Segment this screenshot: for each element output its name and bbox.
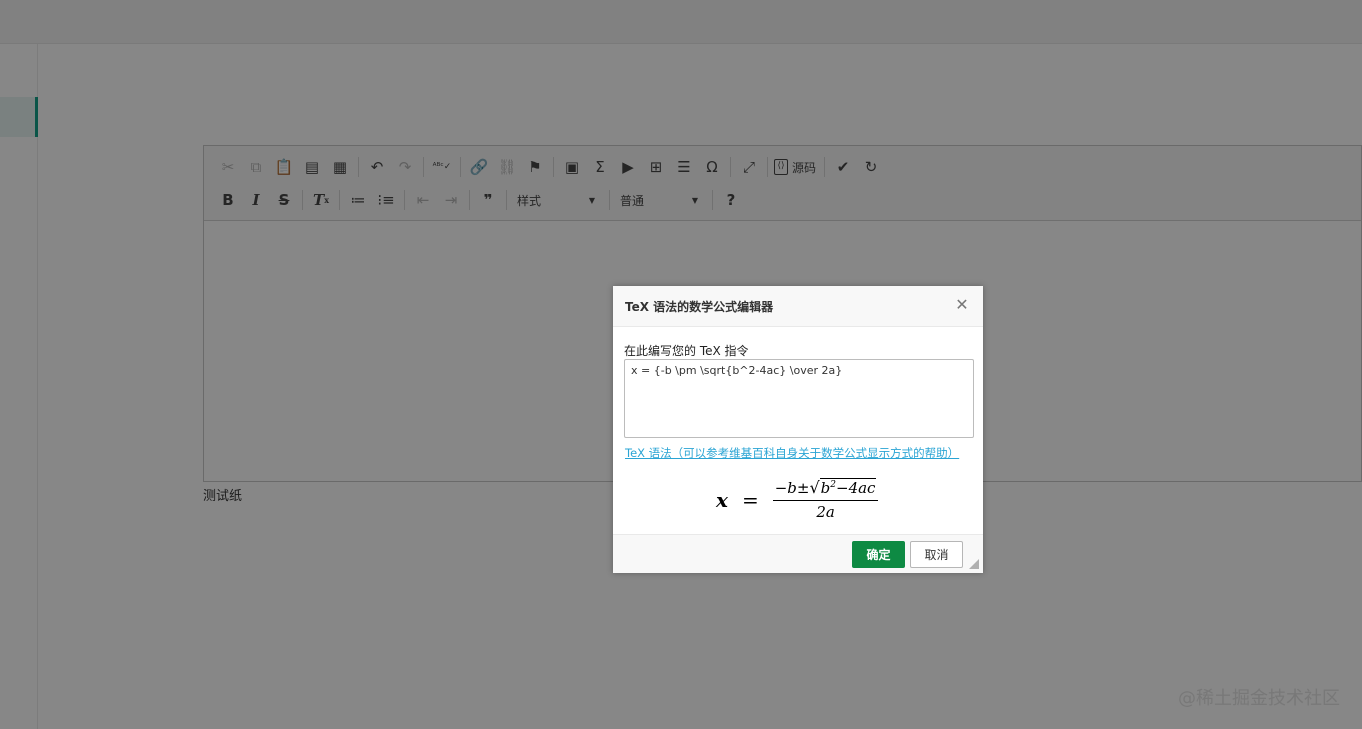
resize-handle[interactable]	[969, 559, 979, 569]
tex-input[interactable]	[624, 359, 974, 438]
sqrt-base: b	[820, 479, 831, 497]
formula-numerator: −b±√b2−4ac	[772, 478, 879, 501]
formula-equals: =	[741, 487, 759, 512]
tex-formula-dialog: TeX 语法的数学公式编辑器 ✕ 在此编写您的 TeX 指令 TeX 语法（可以…	[613, 286, 983, 573]
formula-fraction: −b±√b2−4ac 2a	[772, 478, 879, 521]
close-icon[interactable]: ✕	[953, 296, 971, 314]
formula-lhs: x	[716, 487, 728, 512]
cancel-button[interactable]: 取消	[910, 541, 963, 568]
numerator-prefix: −b±	[774, 479, 810, 497]
sqrt-body: b2−4ac	[819, 478, 877, 497]
sqrt-rest: −4ac	[836, 479, 876, 497]
formula-preview: x = −b±√b2−4ac 2a	[613, 474, 983, 532]
dialog-title: TeX 语法的数学公式编辑器	[625, 299, 774, 314]
rendered-formula: x = −b±√b2−4ac 2a	[716, 478, 879, 521]
dialog-footer: 确定 取消	[613, 534, 983, 573]
ok-button[interactable]: 确定	[852, 541, 905, 568]
dialog-header: TeX 语法的数学公式编辑器	[613, 286, 983, 327]
tex-input-label: 在此编写您的 TeX 指令	[624, 344, 749, 358]
formula-denominator: 2a	[816, 503, 835, 521]
tex-help-link[interactable]: TeX 语法（可以参考维基百科自身关于数学公式显示方式的帮助）	[625, 445, 959, 461]
